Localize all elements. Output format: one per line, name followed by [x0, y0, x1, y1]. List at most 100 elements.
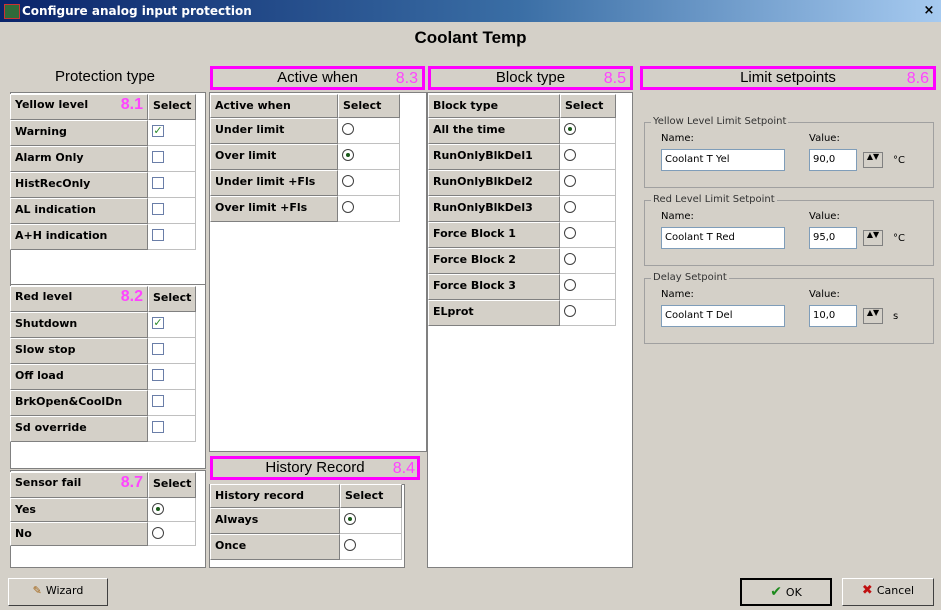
yellow-row-label: Alarm Only: [10, 146, 148, 172]
checkbox[interactable]: [152, 343, 164, 355]
checkbox[interactable]: ✓: [152, 317, 164, 329]
setpoint-name-field[interactable]: Coolant T Del: [661, 305, 785, 327]
block-type-header: Block type 8.5: [428, 66, 633, 90]
block-row-select-cell: [560, 118, 616, 144]
value-label: Value:: [809, 211, 840, 222]
block-type-col-header: Block type: [428, 94, 560, 118]
checkbox[interactable]: [152, 203, 164, 215]
sensor-row-select-cell: [148, 498, 196, 522]
red-select-header: Select: [148, 286, 196, 312]
ok-button[interactable]: ✔ OK: [740, 578, 832, 606]
radio-button[interactable]: [564, 227, 576, 239]
yellow-level-header: Yellow level 8.1: [10, 94, 148, 120]
marker-8-1: 8.1: [120, 96, 143, 113]
radio-button[interactable]: [152, 527, 164, 539]
block-row-select-cell: [560, 144, 616, 170]
checkbox[interactable]: ✓: [152, 125, 164, 137]
app-icon: [4, 4, 20, 19]
block-row-label: RunOnlyBlkDel2: [428, 170, 560, 196]
radio-button[interactable]: [564, 123, 576, 135]
block-row-label: Force Block 3: [428, 274, 560, 300]
red-row-select-cell: [148, 416, 196, 442]
block-row-select-cell: [560, 170, 616, 196]
block-row-label: ELprot: [428, 300, 560, 326]
block-row-label: Force Block 2: [428, 248, 560, 274]
spin-buttons-icon[interactable]: ▲▼: [863, 152, 883, 168]
yellow-row-label: Warning: [10, 120, 148, 146]
history-col-header: History record: [210, 484, 340, 508]
block-row-select-cell: [560, 274, 616, 300]
title-bar: Configure analog input protection ×: [0, 0, 941, 22]
unit-label: °C: [893, 233, 905, 244]
checkbox[interactable]: [152, 369, 164, 381]
checkbox[interactable]: [152, 229, 164, 241]
setpoint-name-field[interactable]: Coolant T Red: [661, 227, 785, 249]
active-row-select-cell: [338, 196, 400, 222]
block-type-header-label: Block type: [495, 69, 566, 86]
checkbox[interactable]: [152, 151, 164, 163]
red-row-label: Sd override: [10, 416, 148, 442]
yellow-row-label: HistRecOnly: [10, 172, 148, 198]
wizard-button[interactable]: ✎ Wizard: [8, 578, 108, 606]
active-row-label: Over limit +Fls: [210, 196, 338, 222]
active-row-label: Under limit +Fls: [210, 170, 338, 196]
spin-buttons-icon[interactable]: ▲▼: [863, 230, 883, 246]
setpoint-group: Delay Setpoint Name: Value: Coolant T Del 10…: [644, 272, 934, 344]
radio-button[interactable]: [564, 149, 576, 161]
radio-button[interactable]: [564, 253, 576, 265]
radio-button[interactable]: [342, 123, 354, 135]
setpoint-group: Yellow Level Limit Setpoint Name: Value: Co…: [644, 116, 934, 188]
marker-8-2: 8.2: [120, 288, 143, 305]
setpoint-name-field[interactable]: Coolant T Yel: [661, 149, 785, 171]
ok-button-label: OK: [785, 586, 802, 599]
yellow-row-select-cell: [148, 172, 196, 198]
radio-button[interactable]: [342, 201, 354, 213]
block-row-label: Force Block 1: [428, 222, 560, 248]
active-row-label: Under limit: [210, 118, 338, 144]
block-row-label: RunOnlyBlkDel3: [428, 196, 560, 222]
history-row-label: Always: [210, 508, 340, 534]
active-row-select-cell: [338, 118, 400, 144]
history-record-title-label: History Record: [265, 459, 365, 476]
history-row-label: Once: [210, 534, 340, 560]
spin-buttons-icon[interactable]: ▲▼: [863, 308, 883, 324]
yellow-row-label: A+H indication: [10, 224, 148, 250]
radio-button[interactable]: [342, 175, 354, 187]
radio-button[interactable]: [344, 539, 356, 551]
protection-type-header: Protection type: [54, 68, 156, 85]
radio-button[interactable]: [342, 149, 354, 161]
setpoint-value-field[interactable]: 90,0: [809, 149, 857, 171]
block-row-label: RunOnlyBlkDel1: [428, 144, 560, 170]
unit-label: °C: [893, 155, 905, 166]
setpoint-value-field[interactable]: 95,0: [809, 227, 857, 249]
cancel-button[interactable]: ✖ Cancel: [842, 578, 934, 606]
radio-button[interactable]: [564, 175, 576, 187]
radio-button[interactable]: [564, 305, 576, 317]
close-icon[interactable]: ×: [921, 3, 937, 18]
radio-button[interactable]: [344, 513, 356, 525]
history-row-select-cell: [340, 534, 402, 560]
window-title: Configure analog input protection: [22, 4, 252, 18]
marker-8-5: 8.5: [603, 70, 626, 87]
red-row-select-cell: [148, 338, 196, 364]
setpoint-group: Red Level Limit Setpoint Name: Value: Coola…: [644, 194, 934, 266]
block-row-select-cell: [560, 222, 616, 248]
marker-8-6: 8.6: [906, 70, 929, 87]
checkbox[interactable]: [152, 177, 164, 189]
radio-button[interactable]: [564, 279, 576, 291]
radio-button[interactable]: [152, 503, 164, 515]
setpoint-value-field[interactable]: 10,0: [809, 305, 857, 327]
checkbox[interactable]: [152, 395, 164, 407]
wizard-button-label: Wizard: [45, 584, 84, 597]
value-label: Value:: [809, 289, 840, 300]
marker-8-7: 8.7: [120, 474, 143, 491]
block-row-select-cell: [560, 248, 616, 274]
yellow-row-select-cell: ✓: [148, 120, 196, 146]
radio-button[interactable]: [564, 201, 576, 213]
limit-setpoints-header: Limit setpoints 8.6: [640, 66, 936, 90]
yellow-row-select-cell: [148, 224, 196, 250]
checkbox[interactable]: [152, 421, 164, 433]
dialog-body: Coolant Temp Protection type Active when…: [0, 22, 941, 610]
marker-8-4: 8.4: [392, 460, 415, 477]
block-row-select-cell: [560, 300, 616, 326]
